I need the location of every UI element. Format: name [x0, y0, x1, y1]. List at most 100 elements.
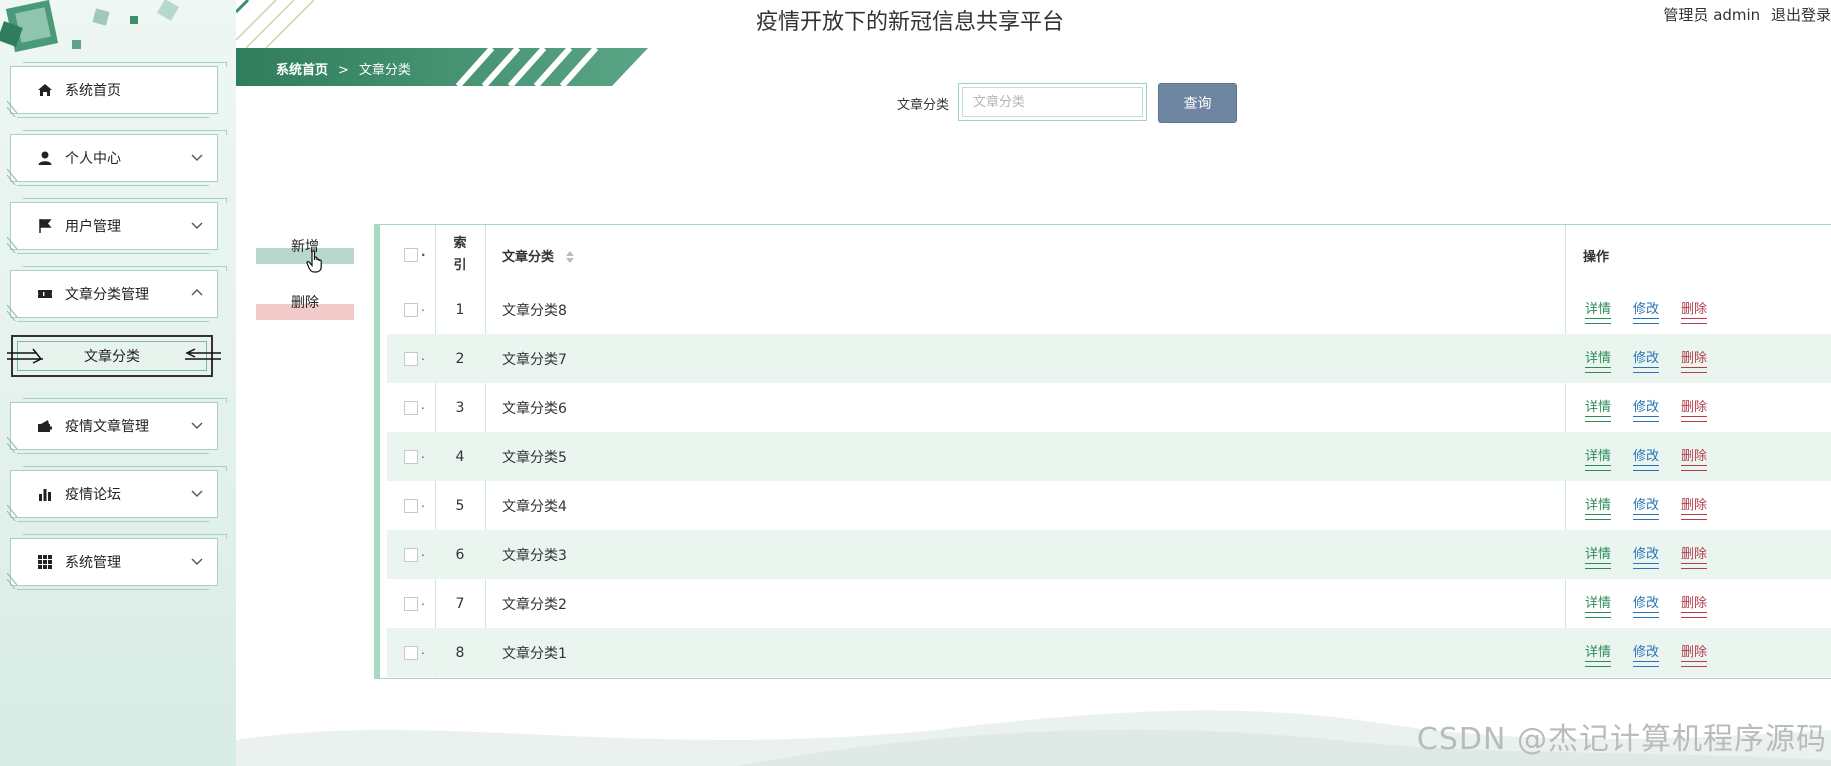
batch-delete-button[interactable]: 删除 [256, 290, 354, 320]
delete-link[interactable]: 删除 [1681, 494, 1708, 520]
sidebar-item-article-category-management[interactable]: 文章分类管理 [7, 266, 227, 322]
sidebar-item-label: 系统首页 [65, 83, 121, 99]
edit-link[interactable]: 修改 [1633, 298, 1660, 324]
sidebar-item-personal-center[interactable]: 个人中心 [7, 130, 227, 186]
sidebar-item-label: 疫情论坛 [65, 487, 121, 503]
data-table: 索引 文章分类 操作 1文章分类8详情修改删除2文章分类7详情修改删除3文章分类… [374, 224, 1831, 679]
detail-link[interactable]: 详情 [1585, 641, 1612, 667]
sidebar-item-epidemic-article-management[interactable]: 疫情文章管理 [7, 398, 227, 454]
table-row: 7 文章分类2 详情修改删除 [387, 579, 1831, 628]
row-checkbox[interactable] [404, 594, 425, 611]
detail-link[interactable]: 详情 [1585, 592, 1612, 618]
decorative-slash-icon [7, 572, 18, 589]
delete-link[interactable]: 删除 [1681, 298, 1708, 324]
delete-link[interactable]: 删除 [1681, 592, 1708, 618]
row-checkbox[interactable] [404, 447, 425, 464]
page-title: 疫情开放下的新冠信息共享平台 [755, 10, 1064, 35]
breadcrumb-home-link[interactable]: 系统首页 [276, 63, 328, 78]
index-cell: 5 [455, 497, 465, 514]
category-name-cell: 文章分类6 [502, 400, 567, 417]
search-input[interactable] [962, 87, 1143, 117]
table-row: 3 文章分类6 详情修改删除 [387, 383, 1831, 432]
delete-link[interactable]: 删除 [1681, 347, 1708, 373]
edit-link[interactable]: 修改 [1633, 494, 1660, 520]
ops-header: 操作 [1565, 246, 1831, 265]
sort-icon[interactable] [565, 250, 575, 264]
search-button[interactable]: 查询 [1158, 83, 1237, 123]
row-checkbox-cell [387, 594, 435, 611]
row-checkbox[interactable] [404, 300, 425, 317]
delete-link[interactable]: 删除 [1681, 543, 1708, 569]
ops-header-label: 操作 [1583, 249, 1610, 265]
submenu-item-article-category[interactable]: 文章分类 [7, 335, 221, 377]
edit-link[interactable]: 修改 [1633, 641, 1660, 667]
sidebar-item-label: 用户管理 [65, 219, 121, 235]
operations-cell: 详情 修改 删除 [1565, 494, 1831, 520]
table-row: 2 文章分类7 详情修改删除 [387, 334, 1831, 383]
category-name-cell: 文章分类5 [502, 449, 567, 466]
current-user-label: 管理员 admin [1663, 6, 1761, 24]
arrow-left-icon [185, 348, 221, 360]
detail-link[interactable]: 详情 [1585, 445, 1612, 471]
row-checkbox-cell [387, 643, 435, 660]
table-row: 8 文章分类1 详情修改删除 [387, 628, 1831, 677]
sidebar-item-home[interactable]: 系统首页 [7, 62, 227, 118]
delete-button-label: 删除 [291, 295, 319, 311]
category-name-cell: 文章分类4 [502, 498, 567, 515]
sidebar-item-system-management[interactable]: 系统管理 [7, 534, 227, 590]
delete-link[interactable]: 删除 [1681, 445, 1708, 471]
detail-link[interactable]: 详情 [1585, 396, 1612, 422]
chevron-down-icon [191, 422, 203, 429]
row-checkbox-cell [387, 349, 435, 366]
name-header[interactable]: 文章分类 [485, 246, 1565, 265]
decorative-slash-icon [7, 504, 18, 521]
detail-link[interactable]: 详情 [1585, 298, 1612, 324]
index-header: 索引 [435, 233, 485, 277]
logout-link[interactable]: 退出登录 [1771, 6, 1831, 24]
row-checkbox-cell [387, 300, 435, 317]
arrow-right-icon [7, 348, 43, 364]
row-checkbox[interactable] [404, 398, 425, 415]
index-cell: 3 [455, 399, 465, 416]
breadcrumb-current: 文章分类 [358, 63, 411, 78]
select-all-checkbox[interactable] [404, 245, 426, 262]
home-icon [38, 84, 52, 96]
index-cell: 6 [455, 546, 465, 563]
index-cell: 8 [455, 644, 465, 661]
edit-link[interactable]: 修改 [1633, 445, 1660, 471]
index-cell: 1 [455, 301, 465, 318]
flag-icon [39, 219, 52, 233]
chevron-down-icon [191, 222, 203, 229]
row-checkbox-cell [387, 545, 435, 562]
edit-link[interactable]: 修改 [1633, 347, 1660, 373]
sidebar-item-user-management[interactable]: 用户管理 [7, 198, 227, 254]
edit-link[interactable]: 修改 [1633, 396, 1660, 422]
row-checkbox[interactable] [404, 496, 425, 513]
row-checkbox[interactable] [404, 545, 425, 562]
search-label: 文章分类 [897, 98, 950, 113]
edit-link[interactable]: 修改 [1633, 592, 1660, 618]
sidebar-item-epidemic-forum[interactable]: 疫情论坛 [7, 466, 227, 522]
delete-link[interactable]: 删除 [1681, 641, 1708, 667]
row-checkbox[interactable] [404, 643, 425, 660]
detail-link[interactable]: 详情 [1585, 494, 1612, 520]
delete-link[interactable]: 删除 [1681, 396, 1708, 422]
category-name-cell: 文章分类1 [502, 645, 567, 662]
chevron-down-icon [191, 558, 203, 565]
header-decoration [236, 0, 315, 48]
category-name-cell: 文章分类3 [502, 547, 567, 564]
row-checkbox-cell [387, 447, 435, 464]
edit-link[interactable]: 修改 [1633, 543, 1660, 569]
category-name-cell: 文章分类7 [502, 351, 567, 368]
detail-link[interactable]: 详情 [1585, 347, 1612, 373]
decorative-slash-icon [7, 100, 18, 117]
add-button[interactable]: 新增 [256, 234, 354, 264]
name-header-label: 文章分类 [502, 249, 555, 265]
operations-cell: 详情 修改 删除 [1565, 347, 1831, 373]
index-cell: 7 [455, 595, 465, 612]
decorative-slash-icon [7, 436, 18, 453]
row-checkbox[interactable] [404, 349, 425, 366]
ticket-icon [38, 290, 52, 298]
index-cell: 4 [455, 448, 465, 465]
detail-link[interactable]: 详情 [1585, 543, 1612, 569]
